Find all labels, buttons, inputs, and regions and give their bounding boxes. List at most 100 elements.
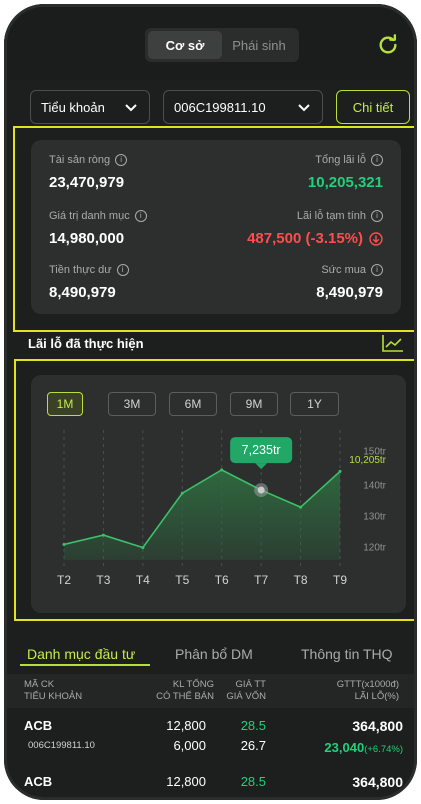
info-icon[interactable]: i [371,210,383,222]
col-symbol-header-line2: TIỂU KHOẢN [24,691,83,702]
col-volume-header-line2: CÓ THỂ BÁN [156,691,214,702]
realized-pl-title: Lãi lỗ đã thực hiện [28,336,144,351]
realized-pl-chart-card: 1M 3M 6M 9M 1Y 7,235tr 150tr 140tr 130tr 120… [31,375,406,613]
x-tick-label: T2 [57,573,71,587]
tab-portfolio[interactable]: Danh mục đầu tư [27,646,135,662]
summary-highlight: Tài sản ròng i 23,470,979 Tổng lãi lỗ i … [13,126,417,332]
row-market-price: 28.5 [240,774,266,789]
info-icon[interactable]: i [115,154,128,166]
total-pl-label: Tổng lãi lỗ i [315,154,383,166]
x-tick-label: T6 [215,573,229,587]
row-symbol: ACB [24,774,53,789]
chevron-down-icon [298,104,310,112]
col-volume-header: KL TỔNG CÓ THỂ BÁN [134,679,214,703]
table-row[interactable]: ACB 006C199811.10 12,800 6,000 28.5 26.7… [4,712,417,768]
tab-thq-info[interactable]: Thông tin THQ [301,646,393,662]
area-fill [64,469,340,560]
x-tick-label: T5 [175,573,189,587]
net-assets-value: 23,470,979 [49,174,125,191]
col-value-header-line1: GTTT(x1000đ) [336,679,399,690]
account-filters: Tiểu khoản 006C199811.10 Chi tiết [30,90,410,124]
temp-pl-label: Lãi lỗ tạm tính i [297,210,383,222]
data-point [62,542,66,546]
row-cost-price: 26.7 [240,738,266,753]
row-market-value: 364,800 [352,718,403,734]
account-number-value: 006C199811.10 [174,99,266,115]
row-market-value: 364,800 [352,774,403,790]
col-value-header-line2: LÃI LỖ(%) [354,691,399,702]
tooltip-label: 7,235tr [242,443,281,457]
data-point [220,468,224,472]
chart-highlight: 1M 3M 6M 9M 1Y 7,235tr 150tr 140tr 130tr 120… [14,359,417,621]
cash-label-text: Tiền thực dư [49,264,112,276]
info-icon[interactable]: i [371,154,383,166]
buying-power-label: Sức mua i [321,264,383,276]
info-icon[interactable]: i [116,264,129,276]
info-icon[interactable]: i [371,264,383,276]
data-point [101,533,105,537]
temp-pl-value-text: 487,500 (-3.15%) [247,230,363,247]
realized-pl-chart: 7,235tr 150tr140tr130tr120tr10,205trT2 T3 T… [57,430,387,587]
chevron-down-icon [125,104,137,112]
asset-summary-card: Tài sản ròng i 23,470,979 Tổng lãi lỗ i … [31,140,401,314]
col-symbol-header: MÃ CK TIỂU KHOẢN [24,679,82,703]
refresh-icon[interactable] [377,34,399,56]
phone-frame: Cơ sở Phái sinh Tiểu khoản 006C199811.10… [4,4,417,800]
total-pl-label-text: Tổng lãi lỗ [315,154,366,166]
top-bar: Cơ sở Phái sinh [4,4,417,80]
data-point [299,505,303,509]
col-price-header-line1: GIÁ TT [235,679,266,690]
cash-value: 8,490,979 [49,284,116,301]
x-tick-label: T4 [136,573,150,587]
portfolio-value-label: Giá trị danh mục i [49,210,147,222]
market-segment-switch: Cơ sở Phái sinh [145,28,299,62]
account-type-select[interactable]: Tiểu khoản [30,90,150,124]
tooltip-pointer [255,463,268,470]
row-pl: 23,040(+6.74%) [324,739,403,757]
row-pl-value: 23,040 [324,740,365,755]
buying-power-value: 8,490,979 [316,284,383,301]
y-tick-label: 140tr [363,480,386,491]
row-pl-pct: (+6.74%) [364,744,403,755]
row-volume-total: 12,800 [166,774,206,789]
x-tick-label: T3 [96,573,110,587]
total-pl-value: 10,205,321 [307,174,383,191]
info-icon[interactable]: i [134,210,147,222]
tab-underline [20,664,150,666]
net-assets-label-text: Tài sản ròng [49,154,111,166]
portfolio-tabs: Danh mục đầu tư Phân bổ DM Thông tin THQ [4,636,417,674]
x-tick-label: T7 [254,573,268,587]
col-symbol-header-line1: MÃ CK [24,679,55,690]
col-volume-header-line1: KL TỔNG [172,679,214,690]
table-header: MÃ CK TIỂU KHOẢN KL TỔNG CÓ THỂ BÁN GIÁ … [4,674,417,708]
data-point [180,491,184,495]
current-value-label: 10,205tr [349,455,386,466]
table-row[interactable]: ACB 12,800 28.5 364,800 [4,768,417,800]
row-volume-total: 12,800 [166,718,206,733]
tab-allocation[interactable]: Phân bổ DM [175,646,253,662]
tab-phai-sinh[interactable]: Phái sinh [222,31,296,59]
col-price-header-line2: GIÁ VỐN [226,691,266,702]
row-market-price: 28.5 [240,718,266,733]
row-volume-sellable: 6,000 [173,738,206,753]
row-symbol: ACB [24,718,53,733]
tab-co-so[interactable]: Cơ sở [148,31,222,59]
y-tick-label: 130tr [363,511,386,522]
detail-button[interactable]: Chi tiết [336,90,410,124]
buying-power-label-text: Sức mua [321,264,366,276]
temp-pl-label-text: Lãi lỗ tạm tính [296,210,366,222]
arrow-down-icon [369,231,383,246]
cash-label: Tiền thực dư i [49,264,129,276]
portfolio-value-label-text: Giá trị danh mục [49,210,130,222]
highlight-point[interactable] [257,486,265,494]
x-tick-label: T9 [333,573,347,587]
col-value-header: GTTT(x1000đ) LÃI LỖ(%) [289,679,399,703]
data-point [141,546,145,550]
account-type-value: Tiểu khoản [41,99,105,115]
portfolio-value-value: 14,980,000 [49,230,125,247]
line-chart-icon[interactable] [382,334,404,352]
x-tick-label: T8 [294,573,308,587]
temp-pl-value: 487,500 (-3.15%) [247,230,383,247]
account-number-select[interactable]: 006C199811.10 [163,90,323,124]
row-account: 006C199811.10 [28,740,95,751]
